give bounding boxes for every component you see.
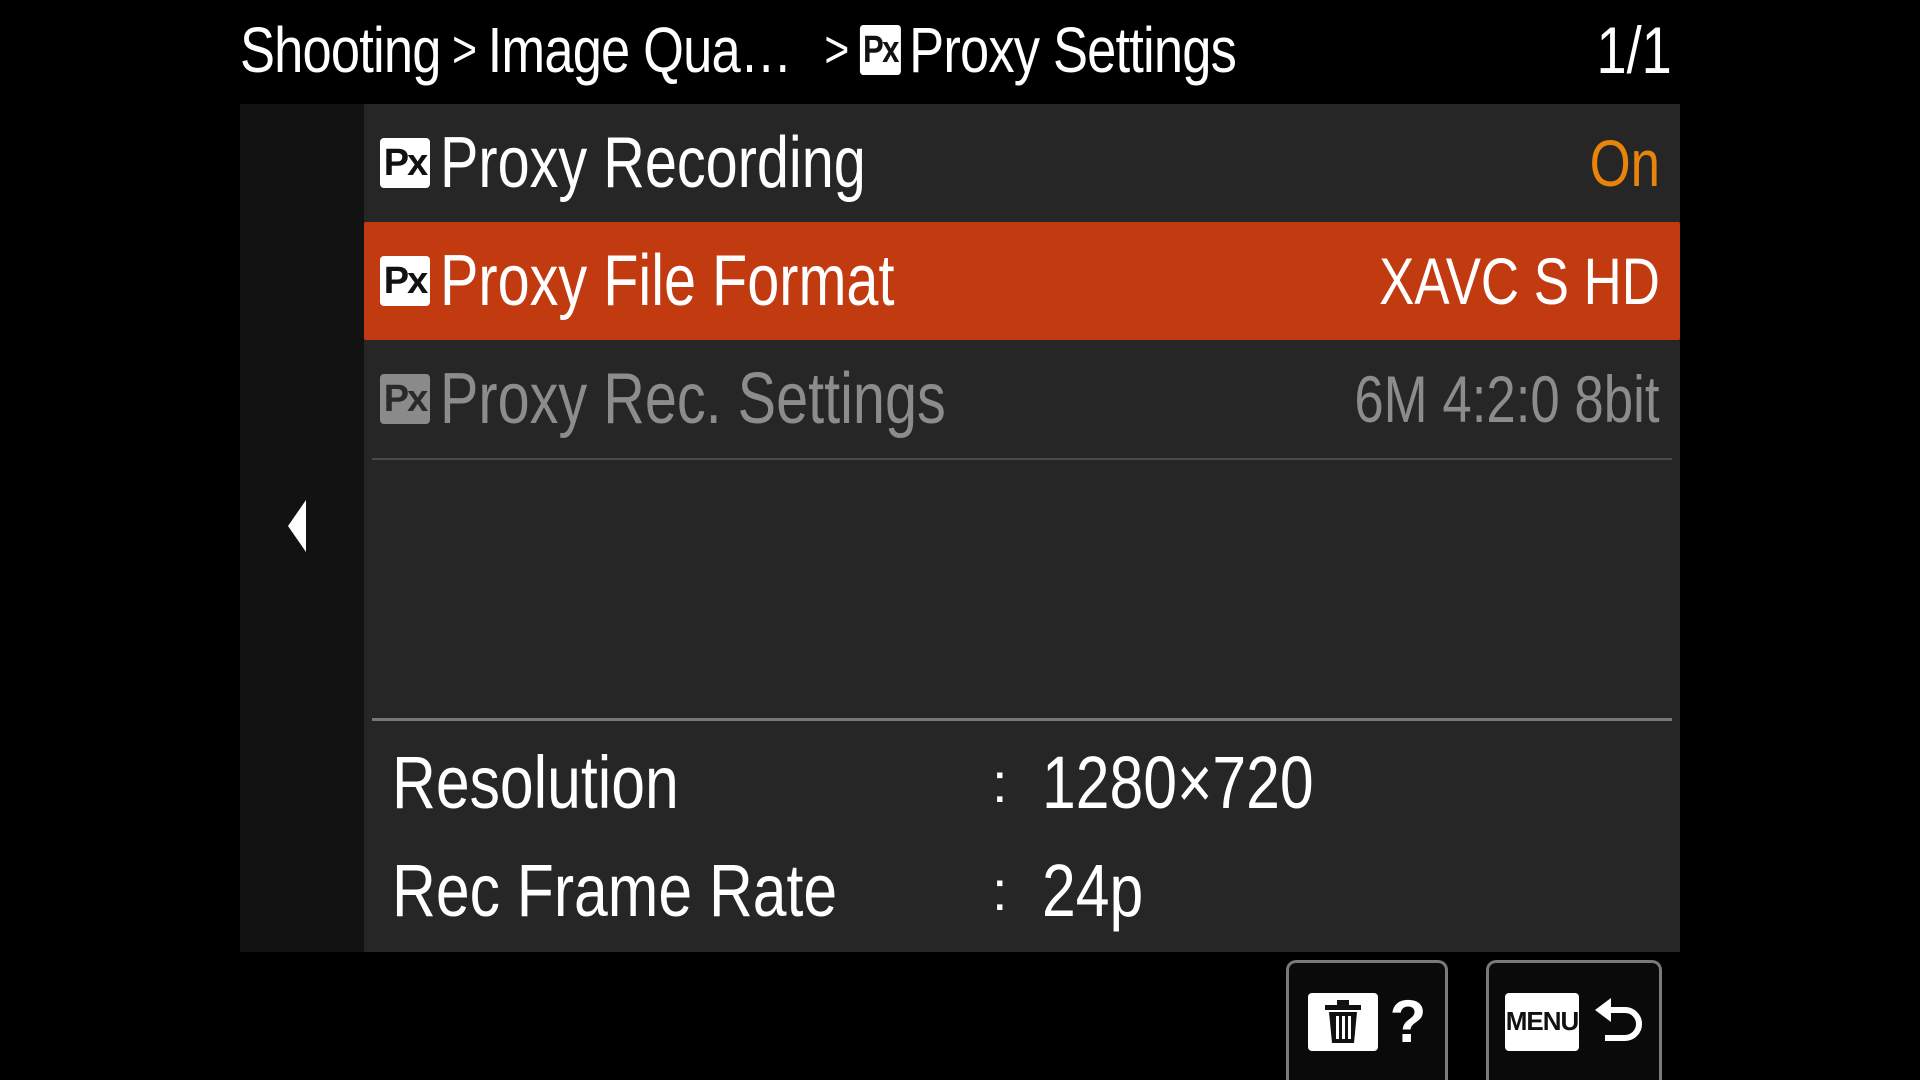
help-icon: ? — [1389, 988, 1427, 1055]
info-label: Rec Frame Rate — [392, 848, 838, 932]
proxy-icon: Px — [380, 138, 430, 188]
info-frame-rate: Rec Frame Rate : 24p — [392, 840, 1672, 940]
left-arrow-icon[interactable] — [288, 500, 306, 552]
side-tab-strip — [240, 104, 364, 952]
info-colon: : — [992, 750, 1008, 814]
menu-panel: Px Proxy Recording On Px Proxy File Form… — [240, 104, 1680, 952]
breadcrumb-separator: > — [452, 21, 477, 79]
menu-item-proxy-recording[interactable]: Px Proxy Recording On — [364, 104, 1680, 222]
info-colon: : — [992, 858, 1008, 922]
proxy-icon: Px — [380, 256, 430, 306]
info-resolution: Resolution : 1280×720 — [392, 732, 1672, 832]
info-value: 24p — [1042, 848, 1144, 932]
camera-menu-screen: Shooting > Image Qua… > Px Proxy Setting… — [0, 0, 1920, 1080]
menu-label: MENU — [1505, 992, 1579, 1051]
menu-list: Px Proxy Recording On Px Proxy File Form… — [364, 104, 1680, 952]
return-arrow-icon — [1595, 997, 1642, 1041]
info-label: Resolution — [392, 740, 679, 824]
info-value: 1280×720 — [1042, 740, 1314, 824]
breadcrumb-image-quality: Image Qua… — [487, 14, 793, 86]
proxy-icon: Px — [859, 25, 901, 75]
menu-item-label: Proxy Recording — [440, 123, 866, 203]
info-divider — [372, 718, 1672, 721]
trash-icon — [1307, 992, 1378, 1051]
page-indicator: 1/1 — [1596, 13, 1672, 87]
proxy-icon: Px — [380, 374, 430, 424]
menu-item-label: Proxy Rec. Settings — [440, 359, 946, 439]
menu-item-proxy-rec-settings[interactable]: Px Proxy Rec. Settings 6M 4:2:0 8bit — [364, 340, 1680, 460]
menu-return-button[interactable]: MENU — [1486, 960, 1662, 1080]
delete-help-button[interactable]: ? — [1286, 960, 1448, 1080]
menu-item-value: On — [1589, 126, 1660, 200]
breadcrumb-shooting: Shooting — [240, 14, 441, 86]
menu-item-label: Proxy File Format — [440, 241, 895, 321]
menu-item-value: 6M 4:2:0 8bit — [1354, 362, 1660, 436]
menu-item-proxy-file-format[interactable]: Px Proxy File Format XAVC S HD — [364, 222, 1680, 340]
breadcrumb-separator: > — [824, 21, 849, 79]
menu-item-value: XAVC S HD — [1379, 244, 1660, 318]
breadcrumb-proxy-settings: Proxy Settings — [909, 14, 1237, 86]
breadcrumb: Shooting > Image Qua… > Px Proxy Setting… — [240, 0, 1421, 100]
